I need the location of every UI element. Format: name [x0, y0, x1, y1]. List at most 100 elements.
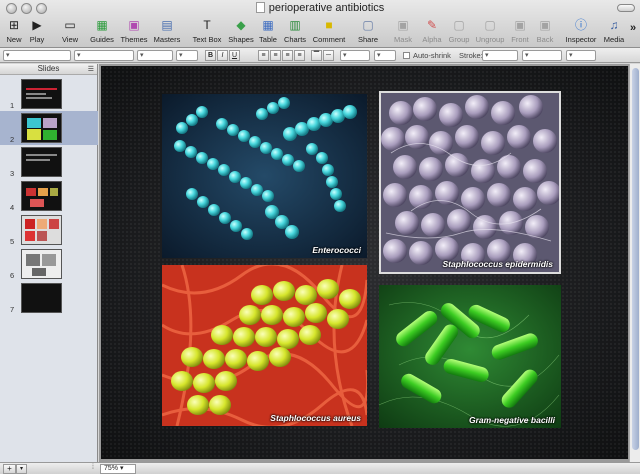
send-back-icon: ▣ — [539, 18, 551, 32]
stroke-color-well[interactable]: ▾ — [566, 50, 596, 61]
slide-preview — [21, 147, 62, 177]
slide[interactable]: Enterococci Staphlococcus epidermidis St… — [101, 66, 628, 459]
slide-canvas[interactable]: Enterococci Staphlococcus epidermidis St… — [99, 64, 640, 462]
slide-thumbnail-1[interactable]: 1 — [0, 77, 98, 111]
bold-button[interactable]: B — [205, 50, 216, 61]
slide-thumbnail-6[interactable]: 6 — [0, 247, 98, 281]
slide-preview — [21, 283, 62, 313]
auto-shrink-label: Auto-shrink — [413, 51, 451, 60]
slide-preview — [21, 249, 62, 279]
slide-preview — [21, 215, 62, 245]
font-size-select[interactable]: ▾ — [176, 50, 198, 61]
slide-preview — [21, 79, 62, 109]
list-style-select[interactable]: ▾ — [374, 50, 396, 61]
front-button[interactable]: ▣ Front — [509, 17, 531, 47]
shapes-button[interactable]: ◆ Shapes — [227, 17, 255, 47]
image-caption: Gram-negative bacilli — [469, 415, 555, 425]
comment-icon: ■ — [325, 18, 333, 32]
text-box-button[interactable]: T Text Box — [192, 17, 222, 47]
slide-preview — [21, 181, 62, 211]
image-caption: Staphlococcus epidermidis — [442, 259, 553, 269]
play-icon: ▶ — [32, 18, 42, 32]
staph-epidermidis-image[interactable]: Staphlococcus epidermidis — [379, 91, 561, 274]
typeface-select[interactable]: ▾ — [137, 50, 173, 61]
slide-thumbnail-5[interactable]: 5 — [0, 213, 98, 247]
zoom-select[interactable]: 75% ▾ — [100, 464, 136, 474]
alpha-button[interactable]: ✎ Alpha — [420, 17, 444, 47]
mask-icon: ▣ — [397, 18, 409, 32]
italic-button[interactable]: I — [217, 50, 228, 61]
line-spacing-select[interactable]: ▾ — [340, 50, 370, 61]
image-caption: Staphlococcus aureus — [270, 413, 361, 423]
slide-thumbnail-4[interactable]: 4 — [0, 179, 98, 213]
window-title: perioperative antibiotics — [0, 2, 640, 14]
shapes-icon: ◆ — [236, 18, 246, 32]
plus-icon: ⊞ — [8, 18, 20, 32]
staph-aureus-image[interactable]: Staphlococcus aureus — [162, 265, 367, 426]
slide-options-button[interactable]: ▾ — [16, 464, 27, 474]
vertical-align-middle-button[interactable]: ─ — [323, 50, 334, 61]
stroke-label: Stroke: — [459, 51, 483, 60]
status-bar: + ▾ ⁞ 75% ▾ — [0, 462, 640, 474]
media-icon: ♫ — [609, 18, 619, 32]
slide-thumbnail-3[interactable]: 3 — [0, 145, 98, 179]
media-button[interactable]: ♫ Media — [602, 17, 626, 47]
slide-thumbnail-2[interactable]: 2 — [0, 111, 98, 145]
masters-button[interactable]: ▤ Masters — [152, 17, 182, 47]
group-icon: ▢ — [453, 18, 465, 32]
back-button[interactable]: ▣ Back — [534, 17, 556, 47]
play-button[interactable]: ▶ Play — [26, 17, 48, 47]
vertical-scrollbar[interactable] — [629, 64, 640, 462]
text-box-icon: T — [203, 18, 211, 32]
table-icon: ▦ — [262, 18, 274, 32]
document-icon — [255, 2, 265, 13]
guides-button[interactable]: ▦ Guides — [88, 17, 116, 47]
share-button[interactable]: ▢ Share — [356, 17, 380, 47]
sidebar-resize-handle[interactable]: ⁞ — [92, 464, 94, 471]
view-button[interactable]: ▭ View — [58, 17, 82, 47]
image-caption: Enterococci — [312, 245, 361, 255]
new-button[interactable]: ⊞ New — [4, 17, 24, 47]
slide-preview — [21, 113, 62, 143]
paragraph-style-select[interactable]: ▾ — [3, 50, 71, 61]
gram-negative-bacilli-image[interactable]: Gram-negative bacilli — [379, 285, 561, 428]
slide-navigator: Slides ☰ 1 2 3 4 5 6 7 — [0, 64, 98, 462]
themes-icon: ▣ — [128, 18, 140, 32]
navigator-menu-icon[interactable]: ☰ — [88, 65, 94, 75]
auto-shrink-checkbox[interactable] — [403, 52, 410, 59]
window-toolbar: perioperative antibiotics ⊞ New ▶ Play ▭ Vi… — [0, 0, 640, 48]
font-family-select[interactable]: ▾ — [74, 50, 134, 61]
enterococci-image[interactable]: Enterococci — [162, 94, 367, 258]
align-right-button[interactable]: ≡ — [282, 50, 293, 61]
underline-button[interactable]: U — [229, 50, 240, 61]
inspector-button[interactable]: ⓘ Inspector — [564, 17, 598, 47]
mask-button[interactable]: ▣ Mask — [392, 17, 414, 47]
stroke-width-select[interactable]: ▾ — [522, 50, 562, 61]
table-button[interactable]: ▦ Table — [257, 17, 279, 47]
alpha-wand-icon: ✎ — [426, 18, 438, 32]
chart-icon: ▥ — [289, 18, 301, 32]
guides-icon: ▦ — [96, 18, 108, 32]
format-bar: ▾ ▾ ▾ ▾ B I U ≡ ≡ ≡ ≡ ▔ ─ ▾ ▾ Auto-shrin… — [0, 48, 640, 63]
charts-button[interactable]: ▥ Charts — [282, 17, 308, 47]
align-left-button[interactable]: ≡ — [258, 50, 269, 61]
stroke-style-select[interactable]: ▾ — [482, 50, 518, 61]
comment-button[interactable]: ■ Comment — [311, 17, 347, 47]
view-icon: ▭ — [64, 18, 76, 32]
ungroup-icon: ▢ — [484, 18, 496, 32]
add-slide-button[interactable]: + — [3, 464, 16, 474]
scroll-thumb[interactable] — [632, 68, 639, 450]
bring-front-icon: ▣ — [514, 18, 526, 32]
info-icon: ⓘ — [574, 18, 587, 32]
group-button[interactable]: ▢ Group — [447, 17, 471, 47]
slides-header: Slides ☰ — [0, 64, 97, 75]
themes-button[interactable]: ▣ Themes — [120, 17, 148, 47]
vertical-align-top-button[interactable]: ▔ — [311, 50, 322, 61]
ungroup-button[interactable]: ▢ Ungroup — [474, 17, 506, 47]
masters-icon: ▤ — [161, 18, 173, 32]
align-center-button[interactable]: ≡ — [270, 50, 281, 61]
toolbar-toggle-button[interactable] — [617, 4, 635, 12]
share-icon: ▢ — [362, 18, 374, 32]
justify-button[interactable]: ≡ — [294, 50, 305, 61]
slide-thumbnail-7[interactable]: 7 — [0, 281, 98, 315]
